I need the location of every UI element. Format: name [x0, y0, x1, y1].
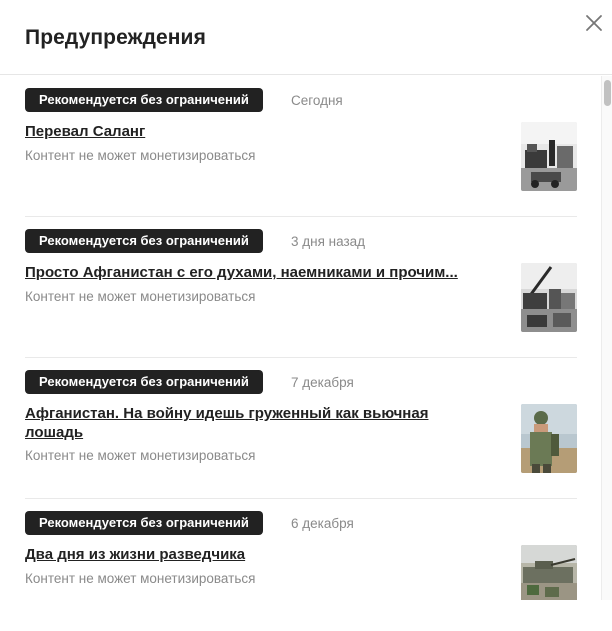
status-badge: Рекомендуется без ограничений [25, 370, 263, 394]
item-subtitle: Контент не может монетизироваться [25, 448, 256, 463]
item-thumbnail[interactable] [521, 122, 577, 191]
photo-thumbnail-image [521, 263, 577, 332]
warning-item: Рекомендуется без ограничений 7 декабря … [25, 358, 577, 499]
warning-item: Рекомендуется без ограничений 3 дня наза… [25, 217, 577, 358]
scrollbar[interactable] [601, 76, 612, 600]
photo-thumbnail-image [521, 545, 577, 600]
item-date: 3 дня назад [291, 234, 366, 249]
warning-item: Рекомендуется без ограничений 6 декабря … [25, 499, 577, 600]
status-badge: Рекомендуется без ограничений [25, 229, 263, 253]
item-subtitle: Контент не может монетизироваться [25, 289, 256, 304]
warnings-dialog: Предупреждения Рекомендуется без огранич… [0, 0, 612, 631]
close-button[interactable] [583, 12, 605, 34]
warning-item: Рекомендуется без ограничений Сегодня Пе… [25, 76, 577, 217]
photo-thumbnail-image [521, 122, 577, 191]
item-thumbnail[interactable] [521, 263, 577, 332]
item-thumbnail[interactable] [521, 404, 577, 473]
item-date: 6 декабря [291, 516, 354, 531]
item-subtitle: Контент не может монетизироваться [25, 571, 256, 586]
item-title-link[interactable]: Просто Афганистан с его духами, наемника… [25, 263, 505, 282]
item-title-link[interactable]: Два дня из жизни разведчика [25, 545, 505, 564]
status-badge: Рекомендуется без ограничений [25, 511, 263, 535]
item-title-link[interactable]: Перевал Саланг [25, 122, 505, 141]
item-subtitle: Контент не может монетизироваться [25, 148, 256, 163]
item-title-link[interactable]: Афганистан. На войну идешь груженный как… [25, 404, 475, 442]
scrollbar-thumb[interactable] [604, 80, 611, 106]
warnings-list[interactable]: Рекомендуется без ограничений Сегодня Пе… [0, 76, 612, 600]
status-badge: Рекомендуется без ограничений [25, 88, 263, 112]
close-icon [586, 15, 602, 31]
item-thumbnail[interactable] [521, 545, 577, 600]
dialog-title: Предупреждения [25, 26, 206, 49]
dialog-header: Предупреждения [0, 0, 612, 75]
item-date: 7 декабря [291, 375, 354, 390]
item-date: Сегодня [291, 93, 343, 108]
dialog-footer-space [0, 600, 612, 631]
photo-thumbnail-image [521, 404, 577, 473]
